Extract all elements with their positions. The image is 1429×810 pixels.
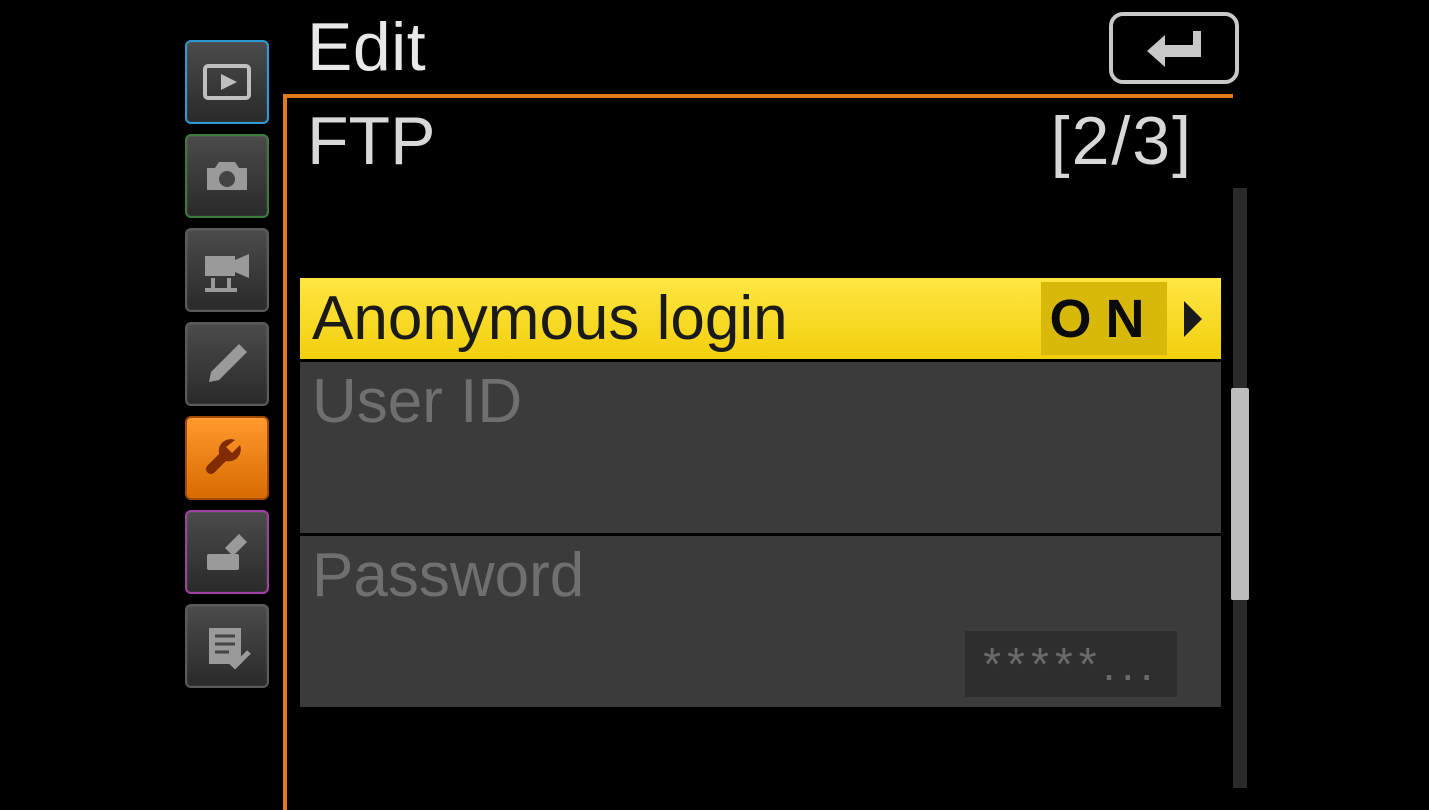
row-label: Password (300, 536, 584, 611)
anonymous-login-value: ON (1050, 288, 1159, 350)
anonymous-login-value-box: ON (1041, 282, 1167, 355)
video-camera-icon (199, 242, 255, 298)
wrench-icon (199, 430, 255, 486)
page-title: Edit (307, 8, 426, 86)
tab-custom-settings[interactable] (185, 322, 269, 406)
page-indicator: [2/3] (1051, 102, 1193, 180)
retouch-icon (199, 524, 255, 580)
chevron-right-icon (1173, 278, 1213, 359)
row-anonymous-login[interactable]: Anonymous login ON (300, 278, 1221, 362)
list-check-icon (199, 618, 255, 674)
camera-icon (199, 148, 255, 204)
scrollbar-thumb[interactable] (1231, 388, 1249, 600)
sidebar (185, 40, 269, 688)
section-title: FTP (307, 102, 435, 180)
playback-icon (199, 54, 255, 110)
row-user-id: User ID (300, 362, 1221, 536)
tab-video-shooting[interactable] (185, 228, 269, 312)
row-password: Password *****... (300, 536, 1221, 710)
tab-photo-shooting[interactable] (185, 134, 269, 218)
row-label: User ID (300, 362, 522, 437)
tab-retouch[interactable] (185, 510, 269, 594)
tab-my-menu[interactable] (185, 604, 269, 688)
pencil-icon (199, 336, 255, 392)
row-label: Anonymous login (300, 283, 788, 354)
tab-playback[interactable] (185, 40, 269, 124)
back-button[interactable] (1109, 12, 1239, 84)
password-value: *****... (965, 631, 1177, 697)
camera-menu-screen: Edit FTP [2/3] Anonymous login ON User I… (0, 0, 1429, 810)
menu-rows: Anonymous login ON User ID Password ****… (300, 278, 1221, 710)
tab-setup[interactable] (185, 416, 269, 500)
back-arrow-icon (1139, 23, 1209, 73)
